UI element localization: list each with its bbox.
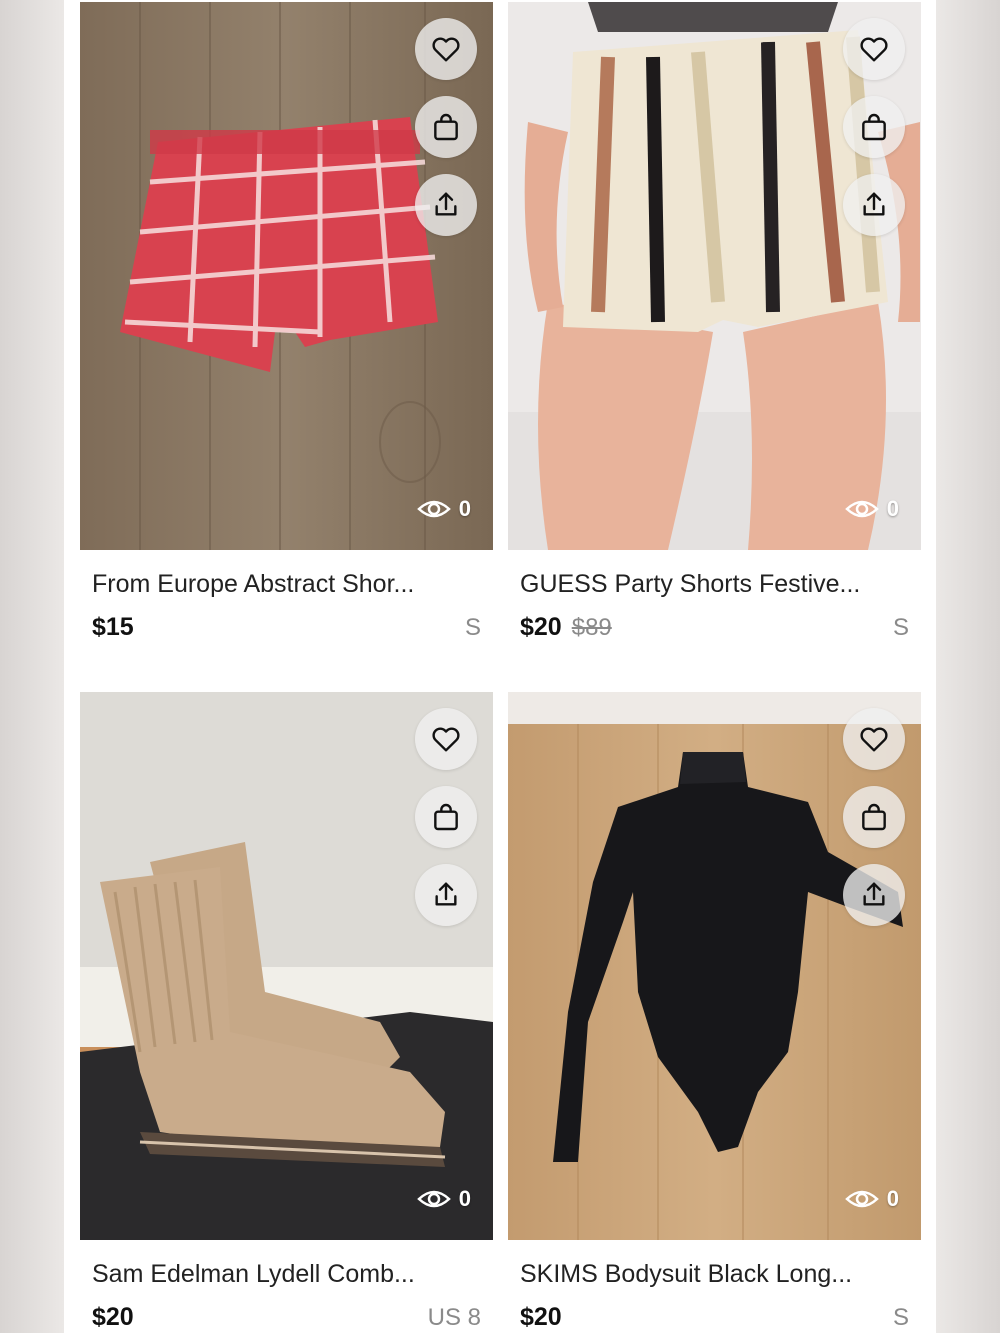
view-count: 0 xyxy=(844,1186,899,1212)
listing-title[interactable]: SKIMS Bodysuit Black Long... xyxy=(520,1260,921,1289)
listing-size: US 8 xyxy=(427,1304,481,1331)
listing-photo[interactable]: 0 xyxy=(80,692,493,1240)
listing-card[interactable]: 0 Sam Edelman Lydell Comb... $20 US 8 xyxy=(80,692,493,1332)
heart-icon xyxy=(432,727,460,752)
share-button[interactable] xyxy=(415,174,477,236)
view-count-value: 0 xyxy=(458,1186,471,1211)
heart-icon xyxy=(860,727,888,752)
shopping-bag-icon xyxy=(862,113,886,141)
listing-title[interactable]: Sam Edelman Lydell Comb... xyxy=(92,1260,493,1289)
listing-size: S xyxy=(464,614,481,641)
listing-price: $20 xyxy=(520,1303,562,1331)
sequin-shorts-photo xyxy=(508,2,921,550)
view-count-value: 0 xyxy=(886,496,899,521)
shopping-bag-icon xyxy=(434,113,458,141)
view-count: 0 xyxy=(416,496,471,522)
listing-photo[interactable]: 0 xyxy=(508,2,921,550)
eye-icon xyxy=(416,500,451,518)
favorite-button[interactable] xyxy=(415,18,477,80)
price-row: $20 $89 S xyxy=(520,613,909,642)
share-button[interactable] xyxy=(843,174,905,236)
listing-size: S xyxy=(892,1304,909,1331)
eye-icon xyxy=(844,500,879,518)
heart-icon xyxy=(860,37,888,62)
listing-photo[interactable]: 0 xyxy=(80,2,493,550)
view-count: 0 xyxy=(416,1186,471,1212)
shopping-bag-icon xyxy=(862,803,886,831)
eye-icon xyxy=(844,1190,879,1208)
listing-photo[interactable]: 0 xyxy=(508,692,921,1240)
add-to-bag-button[interactable] xyxy=(843,96,905,158)
shopping-bag-icon xyxy=(434,803,458,831)
boots-photo xyxy=(80,692,493,1240)
listing-title[interactable]: GUESS Party Shorts Festive... xyxy=(520,570,921,599)
add-to-bag-button[interactable] xyxy=(415,786,477,848)
view-count-value: 0 xyxy=(886,1186,899,1211)
view-count: 0 xyxy=(844,496,899,522)
heart-icon xyxy=(432,37,460,62)
favorite-button[interactable] xyxy=(843,18,905,80)
view-count-value: 0 xyxy=(458,496,471,521)
bodysuit-photo xyxy=(508,692,921,1240)
share-button[interactable] xyxy=(843,864,905,926)
favorite-button[interactable] xyxy=(415,708,477,770)
listing-price: $20 xyxy=(520,613,562,641)
share-icon xyxy=(863,192,885,216)
right-margin xyxy=(936,0,1000,1333)
price-row: $20 US 8 xyxy=(92,1303,481,1332)
price-row: $20 S xyxy=(520,1303,909,1332)
price-row: $15 S xyxy=(92,613,481,642)
listing-price: $20 xyxy=(92,1303,134,1331)
add-to-bag-button[interactable] xyxy=(415,96,477,158)
share-button[interactable] xyxy=(415,864,477,926)
left-margin xyxy=(0,0,64,1333)
add-to-bag-button[interactable] xyxy=(843,786,905,848)
share-icon xyxy=(435,192,457,216)
listing-card[interactable]: 0 GUESS Party Shorts Festive... $20 $89 … xyxy=(508,2,921,642)
favorite-button[interactable] xyxy=(843,708,905,770)
listing-grid: 0 From Europe Abstract Shor... $15 S 0 G… xyxy=(64,0,936,1333)
eye-icon xyxy=(416,1190,451,1208)
red-shorts-photo xyxy=(80,2,493,550)
listing-size: S xyxy=(892,614,909,641)
listing-card[interactable]: 0 From Europe Abstract Shor... $15 S xyxy=(80,2,493,642)
listing-title[interactable]: From Europe Abstract Shor... xyxy=(92,570,493,599)
listing-original-price: $89 xyxy=(571,614,612,641)
listing-price: $15 xyxy=(92,613,134,641)
listing-card[interactable]: 0 SKIMS Bodysuit Black Long... $20 S xyxy=(508,692,921,1332)
share-icon xyxy=(863,882,885,906)
share-icon xyxy=(435,882,457,906)
